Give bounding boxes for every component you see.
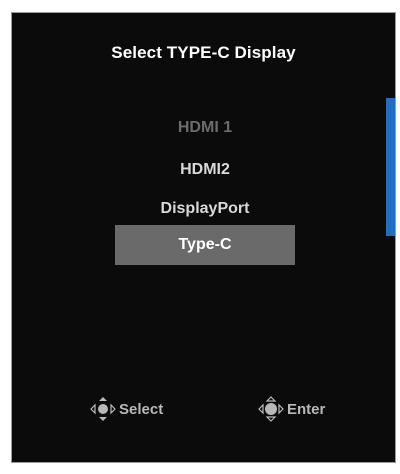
option-displayport[interactable]: DisplayPort	[115, 189, 295, 229]
enter-hint: Enter	[258, 396, 325, 422]
enter-hint-label: Enter	[287, 400, 326, 418]
menu-title: Select TYPE-C Display	[111, 43, 296, 62]
select-hint: Select	[90, 396, 163, 422]
joystick-updown-icon	[90, 396, 119, 422]
select-hint-label: Select	[119, 400, 164, 418]
option-type-c[interactable]: Type-C	[115, 225, 295, 265]
scrollbar[interactable]	[386, 98, 395, 236]
option-hdmi1[interactable]: HDMI 1	[115, 108, 295, 148]
option-hdmi2[interactable]: HDMI2	[115, 150, 295, 190]
joystick-press-icon	[258, 396, 287, 422]
osd-menu-panel: Select TYPE-C Display HDMI 1 HDMI2 Displ…	[11, 12, 396, 463]
